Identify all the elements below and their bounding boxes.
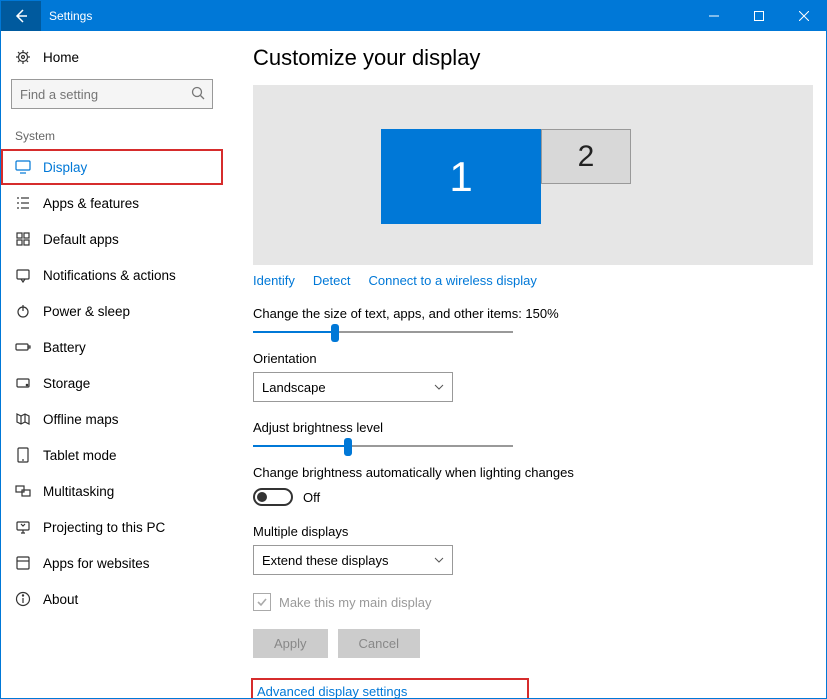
project-icon: [15, 519, 31, 535]
map-icon: [15, 411, 31, 427]
identify-link[interactable]: Identify: [253, 273, 295, 288]
sidebar-item-label: Multitasking: [43, 484, 114, 499]
sidebar-item-label: Projecting to this PC: [43, 520, 165, 535]
auto-brightness-toggle[interactable]: [253, 488, 293, 506]
sidebar-item-label: Apps & features: [43, 196, 139, 211]
wireless-link[interactable]: Connect to a wireless display: [369, 273, 537, 288]
detect-link[interactable]: Detect: [313, 273, 351, 288]
list-icon: [15, 195, 31, 211]
search-icon: [191, 86, 205, 100]
sidebar-item-storage[interactable]: Storage: [1, 365, 223, 401]
search-input[interactable]: [11, 79, 213, 109]
sidebar: Home System Display Apps & features Defaul…: [1, 31, 223, 698]
sidebar-item-apps-features[interactable]: Apps & features: [1, 185, 223, 221]
multiple-displays-select[interactable]: Extend these displays: [253, 545, 453, 575]
storage-icon: [15, 375, 31, 391]
sidebar-item-offline-maps[interactable]: Offline maps: [1, 401, 223, 437]
sidebar-item-display[interactable]: Display: [1, 149, 223, 185]
cancel-button[interactable]: Cancel: [338, 629, 420, 658]
sidebar-item-default-apps[interactable]: Default apps: [1, 221, 223, 257]
monitor-1[interactable]: 1: [381, 129, 541, 224]
home-label: Home: [43, 50, 79, 65]
apply-button[interactable]: Apply: [253, 629, 328, 658]
sidebar-item-notifications-actions[interactable]: Notifications & actions: [1, 257, 223, 293]
home-button[interactable]: Home: [1, 41, 223, 73]
text-size-slider[interactable]: [253, 331, 513, 333]
orientation-label: Orientation: [253, 351, 826, 366]
monitor-2[interactable]: 2: [541, 129, 631, 184]
auto-brightness-label: Change brightness automatically when lig…: [253, 465, 826, 480]
gear-icon: [15, 49, 31, 65]
monitor-icon: [15, 159, 31, 175]
chevron-down-icon: [434, 557, 444, 563]
window-title: Settings: [41, 9, 691, 23]
notify-icon: [15, 267, 31, 283]
auto-brightness-state: Off: [303, 490, 320, 505]
tablet-icon: [15, 447, 31, 463]
orientation-select[interactable]: Landscape: [253, 372, 453, 402]
sidebar-item-tablet-mode[interactable]: Tablet mode: [1, 437, 223, 473]
main-display-checkbox-row: Make this my main display: [253, 593, 826, 611]
display-preview[interactable]: 1 2: [253, 85, 813, 265]
section-label: System: [1, 119, 223, 149]
arrow-left-icon: [13, 8, 29, 24]
sidebar-item-projecting-to-this-pc[interactable]: Projecting to this PC: [1, 509, 223, 545]
sidebar-item-power-sleep[interactable]: Power & sleep: [1, 293, 223, 329]
close-icon: [799, 11, 809, 21]
apps-icon: [15, 555, 31, 571]
minimize-icon: [709, 11, 719, 21]
sidebar-item-label: Power & sleep: [43, 304, 130, 319]
titlebar: Settings: [1, 1, 826, 31]
multi-icon: [15, 483, 31, 499]
sidebar-item-label: Default apps: [43, 232, 119, 247]
chevron-down-icon: [434, 384, 444, 390]
sidebar-item-label: Apps for websites: [43, 556, 150, 571]
maximize-button[interactable]: [736, 1, 781, 31]
main-display-checkbox: [253, 593, 271, 611]
sidebar-item-about[interactable]: About: [1, 581, 223, 617]
sidebar-item-label: Notifications & actions: [43, 268, 176, 283]
back-button[interactable]: [1, 1, 41, 31]
check-icon: [256, 596, 268, 608]
brightness-label: Adjust brightness level: [253, 420, 826, 435]
sidebar-item-label: Offline maps: [43, 412, 119, 427]
grid-icon: [15, 231, 31, 247]
battery-icon: [15, 339, 31, 355]
advanced-display-link[interactable]: Advanced display settings: [253, 680, 527, 698]
orientation-value: Landscape: [262, 380, 326, 395]
power-icon: [15, 303, 31, 319]
text-size-label: Change the size of text, apps, and other…: [253, 306, 826, 321]
maximize-icon: [754, 11, 764, 21]
close-button[interactable]: [781, 1, 826, 31]
sidebar-item-battery[interactable]: Battery: [1, 329, 223, 365]
main-content: Customize your display 1 2 Identify Dete…: [223, 31, 826, 698]
sidebar-item-label: Battery: [43, 340, 86, 355]
sidebar-item-label: About: [43, 592, 78, 607]
sidebar-item-label: Display: [43, 160, 87, 175]
sidebar-item-label: Storage: [43, 376, 90, 391]
minimize-button[interactable]: [691, 1, 736, 31]
multiple-displays-label: Multiple displays: [253, 524, 826, 539]
info-icon: [15, 591, 31, 607]
page-title: Customize your display: [253, 45, 826, 71]
brightness-slider[interactable]: [253, 445, 513, 447]
sidebar-item-label: Tablet mode: [43, 448, 117, 463]
multiple-displays-value: Extend these displays: [262, 553, 388, 568]
sidebar-item-apps-for-websites[interactable]: Apps for websites: [1, 545, 223, 581]
main-display-label: Make this my main display: [279, 595, 431, 610]
sidebar-item-multitasking[interactable]: Multitasking: [1, 473, 223, 509]
